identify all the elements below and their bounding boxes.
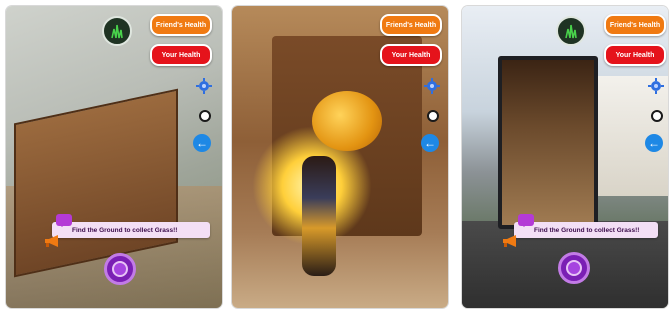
friends-health-button[interactable]: Friend's Health [150,14,212,36]
ar-screen-1: Friend's Health Your Health ← Find the G… [6,6,222,308]
gear-icon[interactable] [424,78,440,94]
status-dot [651,110,663,122]
instruction-banner: Find the Ground to collect Grass!! [52,222,210,238]
arrow-left-icon[interactable]: ← [421,134,439,152]
instruction-banner: Find the Ground to collect Grass!! [514,222,658,238]
grass-icon[interactable] [556,16,586,46]
your-health-button[interactable]: Your Health [150,44,212,66]
arrow-left-icon[interactable]: ← [193,134,211,152]
friends-health-button[interactable]: Friend's Health [380,14,442,36]
status-dot [199,110,211,122]
record-icon[interactable] [104,253,136,285]
megaphone-icon[interactable] [44,234,62,248]
gear-icon[interactable] [648,78,664,94]
megaphone-icon[interactable] [502,234,520,248]
ar-portal-scene [498,56,598,229]
your-health-button[interactable]: Your Health [380,44,442,66]
player-character [302,156,336,276]
friends-health-button[interactable]: Friend's Health [604,14,666,36]
arrow-left-icon[interactable]: ← [645,134,663,152]
your-health-button[interactable]: Your Health [604,44,666,66]
ar-screen-2: Friend's Health Your Health ← [232,6,448,308]
gear-icon[interactable] [196,78,212,94]
grass-icon[interactable] [102,16,132,46]
monster-character [312,91,382,151]
chat-icon[interactable] [518,214,534,227]
chat-icon[interactable] [56,214,72,227]
ar-screen-3: Friend's Health Your Health ← Find the G… [462,6,668,308]
record-icon[interactable] [558,252,590,284]
status-dot [427,110,439,122]
